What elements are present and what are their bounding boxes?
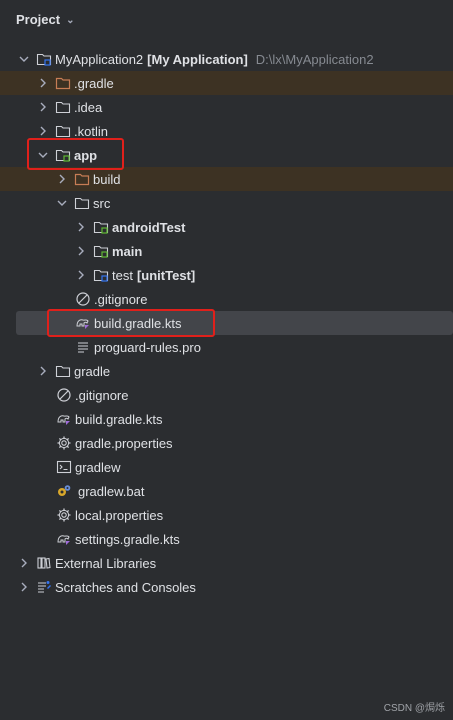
chevron-right-icon[interactable] [56, 173, 68, 185]
gitignore-icon [56, 387, 72, 403]
watermark: CSDN @焗烁 [383, 703, 445, 714]
tree-row-gradle-folder[interactable]: gradle [0, 359, 453, 383]
tree-row-gradle-properties[interactable]: gradle.properties [0, 431, 453, 455]
module-folder-icon [93, 219, 109, 235]
folder-tag: [unitTest] [136, 267, 196, 283]
file-label: settings.gradle.kts [75, 531, 180, 547]
chevron-right-icon[interactable] [37, 101, 49, 113]
chevron-down-icon[interactable] [18, 53, 30, 65]
chevron-down-icon[interactable] [56, 197, 68, 209]
node-label: External Libraries [55, 555, 157, 571]
folder-icon [55, 363, 71, 379]
project-view-selector[interactable]: Project ⌄ [16, 12, 74, 27]
gradle-kotlin-script-icon [56, 531, 72, 547]
node-label: Scratches and Consoles [55, 579, 196, 595]
tree-row-root-build-gradle[interactable]: build.gradle.kts [0, 407, 453, 431]
project-tool-window: Project ⌄ MyApplication2 [My Application… [0, 0, 453, 720]
tree-row-unit-test[interactable]: test [unitTest] [0, 263, 453, 287]
module-folder-icon [36, 51, 52, 67]
folder-label: main [112, 243, 143, 259]
library-icon [36, 555, 52, 571]
panel-title: Project [16, 12, 61, 27]
tree-row-gradlew-bat[interactable]: gradlew.bat [0, 479, 453, 503]
tree-row-android-test[interactable]: androidTest [0, 215, 453, 239]
folder-label: .gradle [74, 75, 114, 91]
tree-row-settings-gradle[interactable]: settings.gradle.kts [0, 527, 453, 551]
folder-label: gradle [74, 363, 111, 379]
chevron-right-icon[interactable] [75, 245, 87, 257]
chevron-right-icon[interactable] [37, 365, 49, 377]
chevron-right-icon[interactable] [18, 557, 30, 569]
folder-icon [55, 99, 71, 115]
annotation-box-app [27, 138, 124, 170]
folder-label: test [112, 267, 133, 283]
gitignore-icon [75, 291, 91, 307]
scratches-icon [36, 579, 52, 595]
tree-row-app-build[interactable]: build [0, 167, 453, 191]
terminal-icon [56, 459, 72, 475]
tree-row-proguard[interactable]: proguard-rules.pro [0, 335, 453, 359]
tree-row-root[interactable]: MyApplication2 [My Application] D:\lx\My… [0, 47, 453, 71]
file-label: local.properties [75, 507, 164, 523]
file-label: gradlew.bat [78, 483, 145, 499]
tree-row-idea[interactable]: .idea [0, 95, 453, 119]
chevron-right-icon[interactable] [37, 125, 49, 137]
tree-row-gradle-cache[interactable]: .gradle [0, 71, 453, 95]
file-label: .gitignore [75, 387, 129, 403]
file-label: gradle.properties [75, 435, 173, 451]
module-folder-icon [93, 267, 109, 283]
annotation-box-build-gradle [47, 309, 215, 337]
batch-file-icon [56, 483, 72, 499]
gear-icon [56, 507, 72, 523]
tree-row-app-gitignore[interactable]: .gitignore [0, 287, 453, 311]
folder-icon [74, 195, 90, 211]
file-label: gradlew [75, 459, 121, 475]
file-label: proguard-rules.pro [94, 339, 201, 355]
folder-label: androidTest [112, 219, 186, 235]
file-label: .gitignore [94, 291, 148, 307]
folder-label: build [93, 171, 121, 187]
gradle-kotlin-script-icon [56, 411, 72, 427]
excluded-folder-icon [74, 171, 90, 187]
tree-row-gradlew[interactable]: gradlew [0, 455, 453, 479]
chevron-right-icon[interactable] [75, 269, 87, 281]
tree-row-root-gitignore[interactable]: .gitignore [0, 383, 453, 407]
tree-row-main[interactable]: main [0, 239, 453, 263]
tree-row-scratches[interactable]: Scratches and Consoles [0, 575, 453, 599]
folder-label: src [93, 195, 111, 211]
root-project-name: MyApplication2 [55, 51, 144, 67]
folder-icon [55, 123, 71, 139]
file-label: build.gradle.kts [75, 411, 163, 427]
text-file-icon [75, 339, 91, 355]
chevron-down-icon: ⌄ [66, 15, 75, 26]
folder-label: .kotlin [74, 123, 108, 139]
chevron-right-icon[interactable] [18, 581, 30, 593]
tree-row-external-libraries[interactable]: External Libraries [0, 551, 453, 575]
tree-row-local-properties[interactable]: local.properties [0, 503, 453, 527]
root-module-name: [My Application] [147, 51, 248, 67]
excluded-folder-icon [55, 75, 71, 91]
module-folder-icon [93, 243, 109, 259]
chevron-right-icon[interactable] [37, 77, 49, 89]
tree-row-src[interactable]: src [0, 191, 453, 215]
chevron-right-icon[interactable] [75, 221, 87, 233]
folder-label: .idea [74, 99, 103, 115]
gear-icon [56, 435, 72, 451]
root-path: D:\lx\MyApplication2 [255, 51, 374, 67]
